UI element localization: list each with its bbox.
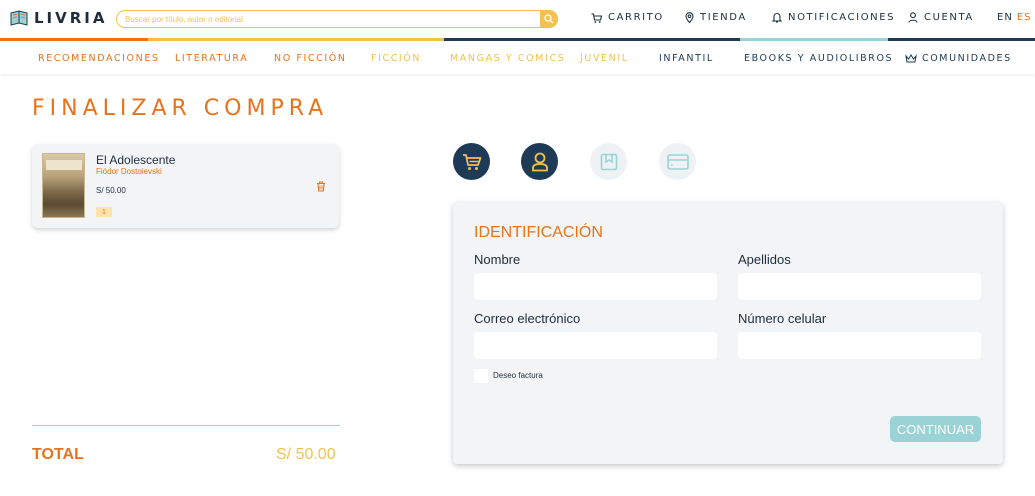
phone-label: Número celular — [738, 311, 827, 326]
total-divider — [32, 425, 340, 426]
form-title: IDENTIFICACIÓN — [474, 224, 603, 241]
category-comunidades-label: COMUNIDADES — [922, 53, 1012, 64]
nav-store-label: TIENDA — [700, 12, 747, 23]
lang-en[interactable]: EN — [997, 12, 1013, 23]
user-icon — [908, 12, 918, 23]
continue-button[interactable]: CONTINUAR — [890, 416, 981, 442]
nav-notifications[interactable]: NOTIFICACIONES — [772, 12, 895, 23]
nav-cart[interactable]: CARRITO — [591, 12, 664, 23]
category-literatura[interactable]: LITERATURA — [175, 53, 248, 64]
cart-item-quantity[interactable]: 1 — [96, 207, 112, 217]
bookmark-icon — [600, 153, 617, 170]
step-identification[interactable] — [521, 143, 558, 180]
remove-item-button[interactable] — [316, 179, 326, 197]
first-name-label: Nombre — [474, 252, 521, 267]
category-comunidades[interactable]: COMUNIDADES — [905, 53, 1012, 64]
lang-es[interactable]: ES — [1017, 12, 1032, 23]
search-bar — [116, 10, 558, 28]
top-bar: LIVRIA CARRITO TIENDA NOTIFICACIONES — [0, 0, 1035, 38]
last-name-label: Apellidos — [738, 252, 791, 267]
search-input[interactable] — [125, 13, 535, 26]
trash-icon — [317, 181, 325, 192]
category-juvenil[interactable]: JUVENIL — [580, 53, 629, 64]
nav-account-label: CUENTA — [924, 12, 974, 23]
cart-item-card: El Adolescente Fiódor Dostoievski S/ 50.… — [32, 144, 339, 228]
location-pin-icon — [685, 12, 694, 23]
category-infantil[interactable]: INFANTIL — [659, 53, 714, 64]
last-name-input[interactable] — [738, 273, 981, 300]
user-icon — [531, 152, 548, 171]
email-label: Correo electrónico — [474, 311, 581, 326]
cart-item-title[interactable]: El Adolescente — [96, 153, 175, 167]
language-switcher: EN ES — [997, 12, 1031, 23]
book-cover-image — [42, 153, 85, 218]
step-payment[interactable] — [659, 143, 696, 180]
category-nav: RECOMENDACIONES LITERATURA NO FICCIÓN FI… — [0, 41, 1035, 74]
nav-store[interactable]: TIENDA — [685, 12, 747, 23]
total-label: TOTAL — [32, 446, 84, 463]
step-shipping[interactable] — [590, 143, 627, 180]
total-value: S/ 50.00 — [276, 446, 336, 463]
bell-icon — [772, 13, 782, 23]
phone-input[interactable] — [738, 332, 981, 359]
step-cart[interactable] — [453, 143, 490, 180]
credit-card-icon — [666, 153, 689, 170]
category-no-ficcion[interactable]: NO FICCIÓN — [274, 53, 347, 64]
cart-icon — [462, 153, 481, 170]
book-logo-icon — [10, 10, 28, 26]
identification-form: IDENTIFICACIÓN Nombre Apellidos Correo e… — [453, 202, 1003, 464]
email-input[interactable] — [474, 332, 717, 359]
brand-name: LIVRIA — [34, 9, 108, 27]
nav-account[interactable]: CUENTA — [908, 12, 974, 23]
nav-notifications-label: NOTIFICACIONES — [788, 12, 896, 23]
invoice-checkbox-label: Deseo factura — [493, 371, 543, 380]
cart-item-price: S/ 50.00 — [96, 186, 126, 195]
page-title: FINALIZAR COMPRA — [32, 96, 329, 121]
search-icon — [544, 14, 554, 24]
cart-item-author: Fiódor Dostoievski — [96, 167, 162, 176]
cart-icon — [591, 12, 602, 23]
nav-cart-label: CARRITO — [608, 12, 664, 23]
invoice-checkbox[interactable] — [474, 369, 488, 383]
crown-icon — [905, 54, 917, 63]
category-ficcion[interactable]: FICCIÓN — [371, 53, 421, 64]
search-button[interactable] — [540, 10, 558, 28]
brand-logo[interactable]: LIVRIA — [10, 9, 108, 27]
category-mangas-comics[interactable]: MANGAS Y COMICS — [450, 53, 565, 64]
first-name-input[interactable] — [474, 273, 717, 300]
category-ebooks-audiolibros[interactable]: EBOOKS Y AUDIOLIBROS — [744, 53, 893, 64]
category-recomendaciones[interactable]: RECOMENDACIONES — [38, 53, 160, 64]
